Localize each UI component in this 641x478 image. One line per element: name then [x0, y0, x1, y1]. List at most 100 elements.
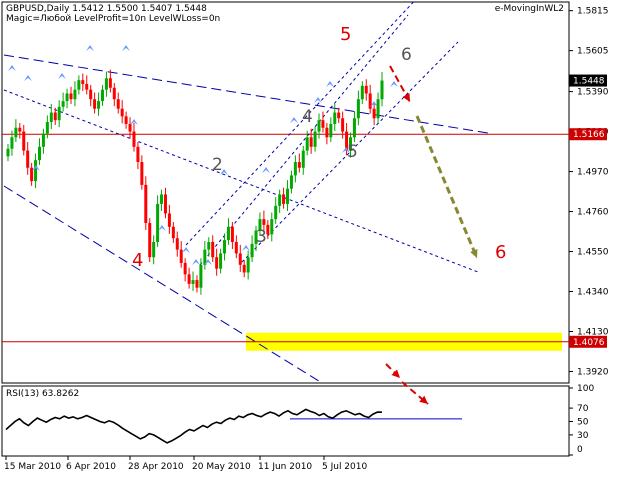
candle-body — [116, 99, 120, 109]
candle-body — [219, 253, 223, 269]
candle-body — [289, 175, 293, 189]
candle-body — [132, 131, 136, 147]
candle-body — [199, 264, 203, 288]
candle-body — [112, 87, 116, 100]
time-tick-label: 5 Jul 2010 — [322, 462, 367, 472]
price-tick-label: 1.5390 — [577, 88, 609, 98]
time-tick-label: 15 Mar 2010 — [4, 462, 61, 472]
rsi-tick-label: 100 — [577, 384, 594, 394]
magic-header: Magic=Любой LevelProfit=10n LevelWLoss=0… — [6, 14, 221, 24]
candle-body — [207, 242, 211, 250]
wave-label-4-grey: 4 — [302, 107, 313, 127]
candle-body — [10, 137, 14, 149]
wave-label-2-grey: 2 — [212, 155, 223, 175]
candle-body — [53, 112, 57, 121]
rsi-tick-label: 70 — [577, 404, 589, 414]
rsi-tick-label: 0 — [577, 445, 583, 455]
time-tick-label: 28 Apr 2010 — [128, 462, 184, 472]
candle-body — [333, 112, 337, 124]
wave-label-6-red: 6 — [495, 242, 506, 263]
candle-body — [286, 188, 290, 204]
candle-body — [37, 146, 41, 161]
candle-body — [73, 89, 77, 100]
price-tick-label: 1.4550 — [577, 248, 609, 258]
candle-body — [34, 160, 38, 182]
time-axis: 15 Mar 2010 6 Apr 2010 28 Apr 2010 20 May 2… — [4, 456, 367, 472]
candle-body — [14, 127, 18, 138]
time-tick-label: 20 May 2010 — [192, 462, 251, 472]
candle-body — [270, 219, 274, 235]
current-price-badge-text: 1.5448 — [573, 77, 605, 87]
candle-body — [22, 131, 26, 151]
candle-body — [6, 148, 10, 157]
candlestick-chart: 1.58151.56051.53901.51801.49701.47601.45… — [0, 0, 641, 474]
price-panel — [1, 1, 570, 384]
rsi-tick-label: 50 — [577, 418, 589, 428]
candle-body — [140, 162, 144, 185]
candle-body — [65, 93, 69, 102]
candle-body — [30, 167, 34, 182]
candle-body — [238, 253, 242, 265]
candle-body — [136, 146, 140, 163]
candle-body — [148, 222, 152, 258]
price-tick-label: 1.5815 — [577, 7, 609, 17]
rsi-panel — [1, 385, 570, 457]
candle-body — [179, 249, 183, 263]
candle-body — [18, 127, 22, 132]
candle-body — [242, 264, 246, 273]
candle-body — [325, 127, 329, 138]
candle-body — [100, 89, 104, 102]
price-tick-label: 1.3920 — [577, 367, 609, 377]
candle-body — [250, 243, 254, 258]
candle-body — [317, 120, 321, 132]
candle-body — [364, 85, 368, 94]
rsi-axis: 100 70 50 30 0 — [569, 384, 594, 456]
candle-body — [97, 101, 101, 109]
candle-body — [81, 80, 85, 84]
level-upper-badge-text: 1.5166 — [573, 130, 605, 140]
candle-body — [156, 203, 160, 243]
price-tick-label: 1.4970 — [577, 168, 609, 178]
candle-body — [352, 118, 356, 138]
candle-body — [57, 106, 61, 121]
candle-body — [152, 242, 156, 258]
candle-body — [305, 137, 309, 151]
chart-svg: 1.58151.56051.53901.51801.49701.47601.45… — [1, 0, 609, 472]
wave-label-6-grey: 6 — [401, 45, 412, 65]
level-lower-badge-text: 1.4076 — [573, 338, 605, 348]
candle-body — [195, 280, 199, 288]
candle-body — [337, 112, 341, 119]
candle-body — [163, 194, 167, 214]
candle-body — [321, 120, 325, 128]
candle-body — [368, 93, 372, 109]
candle-body — [49, 112, 53, 123]
candle-body — [313, 131, 317, 147]
candle-body — [93, 99, 97, 109]
candle-body — [215, 257, 219, 269]
candle-body — [167, 213, 171, 227]
candle-body — [144, 184, 148, 223]
candle-body — [61, 101, 65, 107]
candle-body — [297, 162, 301, 168]
rsi-tick-label: 30 — [577, 431, 589, 441]
wave-label-5-grey: 5 — [347, 142, 358, 162]
candle-body — [175, 238, 179, 250]
candle-body — [187, 274, 191, 284]
candle-body — [278, 194, 282, 206]
candle-body — [183, 262, 187, 275]
price-tick-label: 1.5605 — [577, 47, 609, 57]
time-tick-label: 11 Jun 2010 — [258, 462, 312, 472]
candle-body — [128, 123, 132, 132]
candle-body — [85, 83, 89, 90]
candle-body — [376, 99, 380, 119]
candle-body — [262, 219, 266, 225]
candle-body — [77, 80, 81, 90]
candle-body — [301, 150, 305, 168]
candle-body — [380, 80, 384, 100]
wave-label-4-red: 4 — [132, 250, 143, 271]
candle-body — [329, 123, 333, 138]
price-tick-label: 1.4760 — [577, 208, 609, 218]
candle-body — [360, 85, 364, 100]
price-axis: 1.58151.56051.53901.51801.49701.47601.45… — [569, 7, 609, 377]
candle-body — [171, 226, 175, 239]
